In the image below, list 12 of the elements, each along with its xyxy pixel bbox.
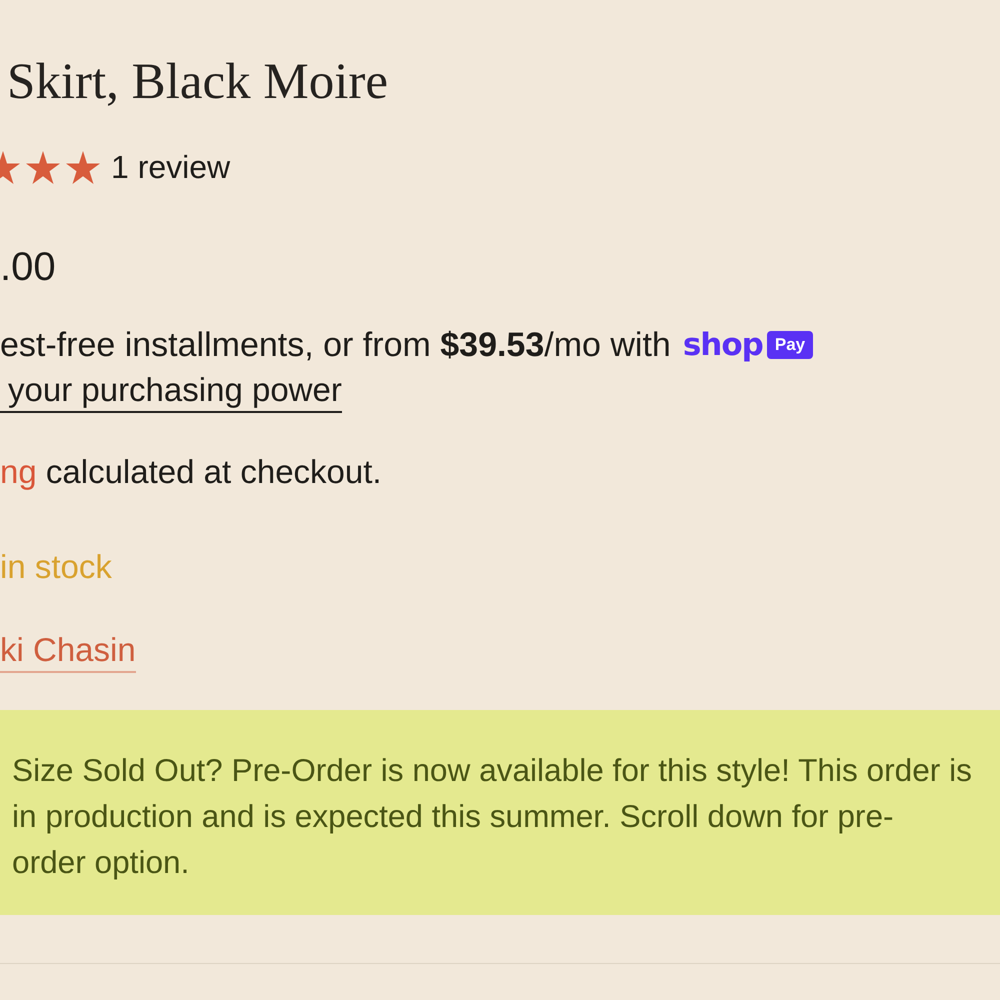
stock-status: in stock bbox=[0, 547, 112, 587]
shop-logo-text: shop bbox=[682, 327, 763, 363]
notice-text: Size Sold Out? Pre-Order is now available for this style! This order is in production and is expected this summer. Scroll down for pre-order option. bbox=[12, 751, 973, 882]
purchasing-power-link[interactable]: your purchasing power bbox=[0, 369, 342, 413]
product-title: Skirt, Black Moire bbox=[7, 53, 388, 112]
product-price: .00 bbox=[0, 244, 56, 290]
installments-text: est-free installments, or from $39.53/mo with bbox=[0, 325, 671, 366]
star-icon bbox=[26, 150, 60, 184]
star-icon bbox=[66, 150, 100, 184]
review-count-link[interactable]: 1 review bbox=[111, 147, 230, 187]
shipping-note: ng calculated at checkout. bbox=[0, 452, 382, 492]
pay-badge: Pay bbox=[766, 331, 814, 359]
